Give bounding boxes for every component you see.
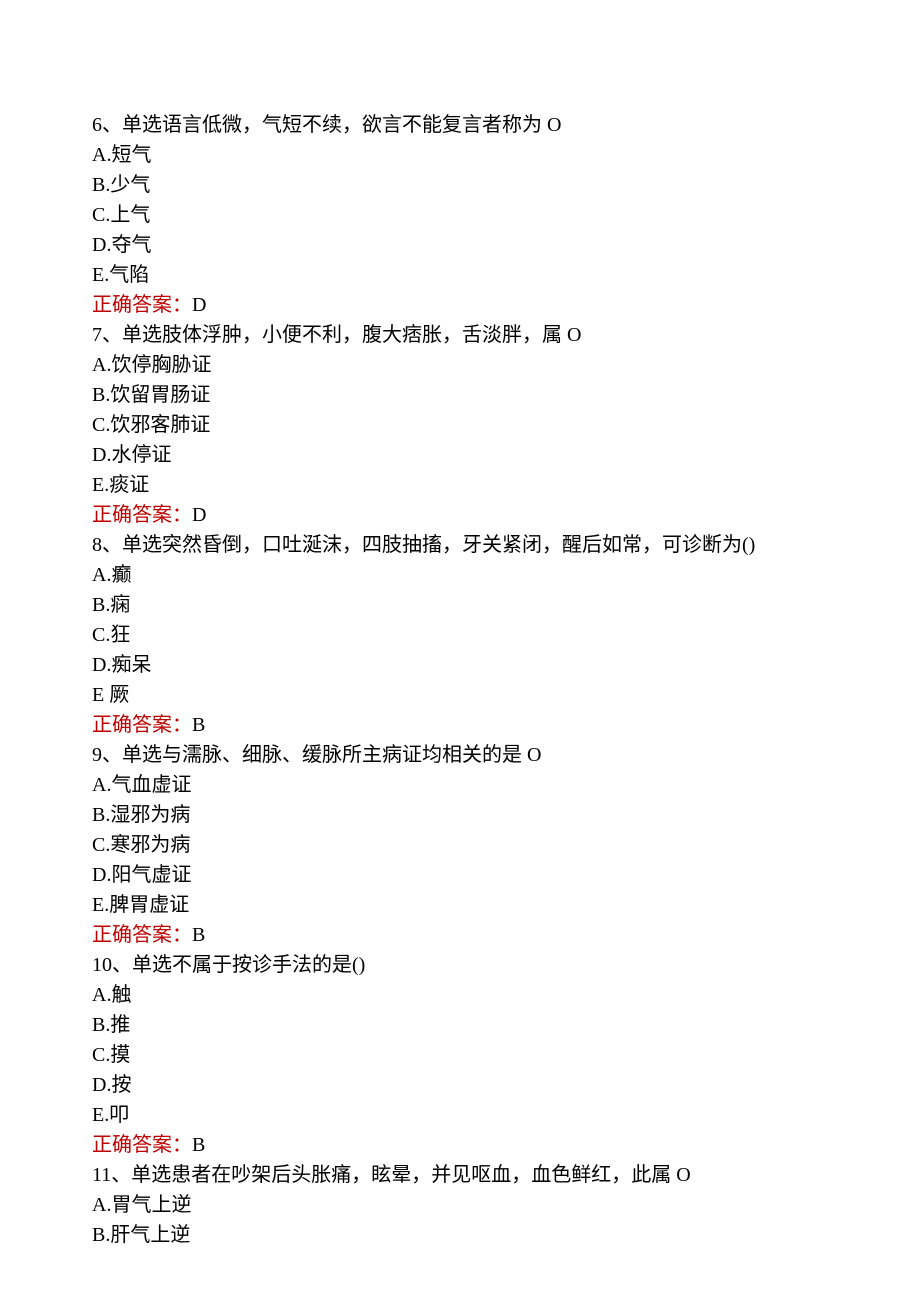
answer-value: D [192,294,206,316]
question-option: C.上气 [92,200,828,230]
answer-value: B [192,1134,205,1156]
question-option: B.痫 [92,590,828,620]
question-option: E.脾胃虚证 [92,890,828,920]
question-option: A.触 [92,980,828,1010]
question-stem: 7、单选肢体浮肿，小便不利，腹大痞胀，舌淡胖，属 O [92,320,828,350]
question-option: D.阳气虚证 [92,860,828,890]
question-option: B.湿邪为病 [92,800,828,830]
answer-value: D [192,504,206,526]
answer-value: B [192,924,205,946]
question-option: C.饮邪客肺证 [92,410,828,440]
question-option: E.气陷 [92,260,828,290]
answer-label: 正确答案： [92,714,192,736]
question-option: B.肝气上逆 [92,1220,828,1250]
question-option: D.痴呆 [92,650,828,680]
question-option: D.按 [92,1070,828,1100]
question-option: C.狂 [92,620,828,650]
answer-value: B [192,714,205,736]
answer-line: 正确答案：B [92,920,828,950]
answer-line: 正确答案：B [92,1130,828,1160]
question-stem: 6、单选语言低微，气短不续，欲言不能复言者称为 O [92,110,828,140]
answer-line: 正确答案：D [92,500,828,530]
question-option: A.短气 [92,140,828,170]
question-option: A.气血虚证 [92,770,828,800]
question-stem: 8、单选突然昏倒，口吐涎沫，四肢抽搐，牙关紧闭，醒后如常，可诊断为() [92,530,828,560]
question-option: C.寒邪为病 [92,830,828,860]
question-option: B.饮留胃肠证 [92,380,828,410]
answer-label: 正确答案： [92,294,192,316]
question-option: E.叩 [92,1100,828,1130]
answer-line: 正确答案：B [92,710,828,740]
question-stem: 11、单选患者在吵架后头胀痛，眩晕，并见呕血，血色鲜红，此属 O [92,1160,828,1190]
question-option: A.饮停胸胁证 [92,350,828,380]
question-option: C.摸 [92,1040,828,1070]
question-option: D.夺气 [92,230,828,260]
question-option: B.少气 [92,170,828,200]
answer-label: 正确答案： [92,924,192,946]
answer-label: 正确答案： [92,504,192,526]
question-option: E 厥 [92,680,828,710]
answer-label: 正确答案： [92,1134,192,1156]
question-option: B.推 [92,1010,828,1040]
question-option: A.胃气上逆 [92,1190,828,1220]
question-stem: 10、单选不属于按诊手法的是() [92,950,828,980]
question-option: A.癫 [92,560,828,590]
question-option: E.痰证 [92,470,828,500]
question-option: D.水停证 [92,440,828,470]
question-stem: 9、单选与濡脉、细脉、缓脉所主病证均相关的是 O [92,740,828,770]
answer-line: 正确答案：D [92,290,828,320]
